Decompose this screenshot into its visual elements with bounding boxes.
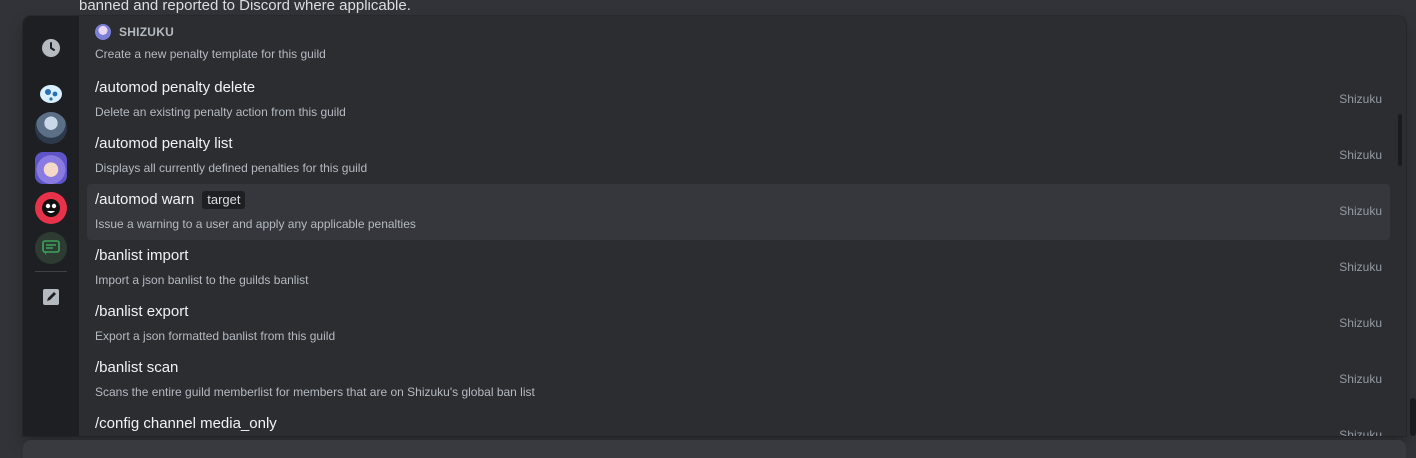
- command-source: Shizuku: [1339, 260, 1382, 274]
- command-source: Shizuku: [1339, 428, 1382, 436]
- command-item-selected[interactable]: /automod warn target Issue a warning to …: [87, 184, 1390, 240]
- command-item[interactable]: /config channel media_only Shizuku: [87, 408, 1390, 436]
- command-autocomplete-popup: SHIZUKU Create a new penalty template fo…: [23, 16, 1406, 436]
- page-scrollbar[interactable]: [1410, 398, 1416, 436]
- command-name: /automod warn: [95, 191, 195, 208]
- command-name: /banlist export: [95, 303, 189, 320]
- command-list: SHIZUKU Create a new penalty template fo…: [79, 16, 1406, 436]
- bot-avatar-icon: [95, 24, 111, 40]
- rail-divider: [35, 271, 67, 272]
- command-name: /config channel media_only: [95, 415, 277, 432]
- command-option-tag: target: [202, 191, 246, 209]
- command-item[interactable]: /banlist export Export a json formatted …: [87, 296, 1390, 352]
- command-item[interactable]: /automod penalty list Displays all curre…: [87, 128, 1390, 184]
- app-icon-5[interactable]: [35, 232, 67, 264]
- command-desc: Export a json formatted banlist from thi…: [95, 329, 336, 343]
- command-name: /automod penalty list: [95, 135, 233, 152]
- app-icon-2[interactable]: [35, 112, 67, 144]
- partial-command-desc: Create a new penalty template for this g…: [95, 47, 326, 61]
- command-source: Shizuku: [1339, 316, 1382, 330]
- command-name: /banlist scan: [95, 359, 179, 376]
- command-item[interactable]: /banlist scan Scans the entire guild mem…: [87, 352, 1390, 408]
- command-name: /banlist import: [95, 247, 189, 264]
- message-input-bar[interactable]: [23, 440, 1406, 458]
- command-item[interactable]: /banlist import Import a json banlist to…: [87, 240, 1390, 296]
- command-source: Shizuku: [1339, 148, 1382, 162]
- app-rail: [23, 16, 79, 436]
- section-header: SHIZUKU: [95, 24, 174, 40]
- command-desc: Import a json banlist to the guilds banl…: [95, 273, 309, 287]
- edit-icon[interactable]: [35, 281, 67, 313]
- command-desc: Issue a warning to a user and apply any …: [95, 217, 416, 231]
- command-source: Shizuku: [1339, 372, 1382, 386]
- command-item[interactable]: /automod penalty delete Delete an existi…: [87, 72, 1390, 128]
- list-scrollbar[interactable]: [1398, 114, 1402, 166]
- command-name: /automod penalty delete: [95, 79, 256, 96]
- command-source: Shizuku: [1339, 204, 1382, 218]
- app-icon-4[interactable]: [35, 192, 67, 224]
- recent-clock-icon[interactable]: [35, 32, 67, 64]
- section-title: SHIZUKU: [119, 25, 175, 39]
- background-message: banned and reported to Discord where app…: [79, 0, 411, 14]
- command-source: Shizuku: [1339, 92, 1382, 106]
- app-icon-3[interactable]: [35, 152, 67, 184]
- command-desc: Delete an existing penalty action from t…: [95, 105, 346, 119]
- command-desc: Scans the entire guild memberlist for me…: [95, 385, 535, 399]
- app-icon-1[interactable]: [35, 78, 67, 110]
- command-desc: Displays all currently defined penalties…: [95, 161, 368, 175]
